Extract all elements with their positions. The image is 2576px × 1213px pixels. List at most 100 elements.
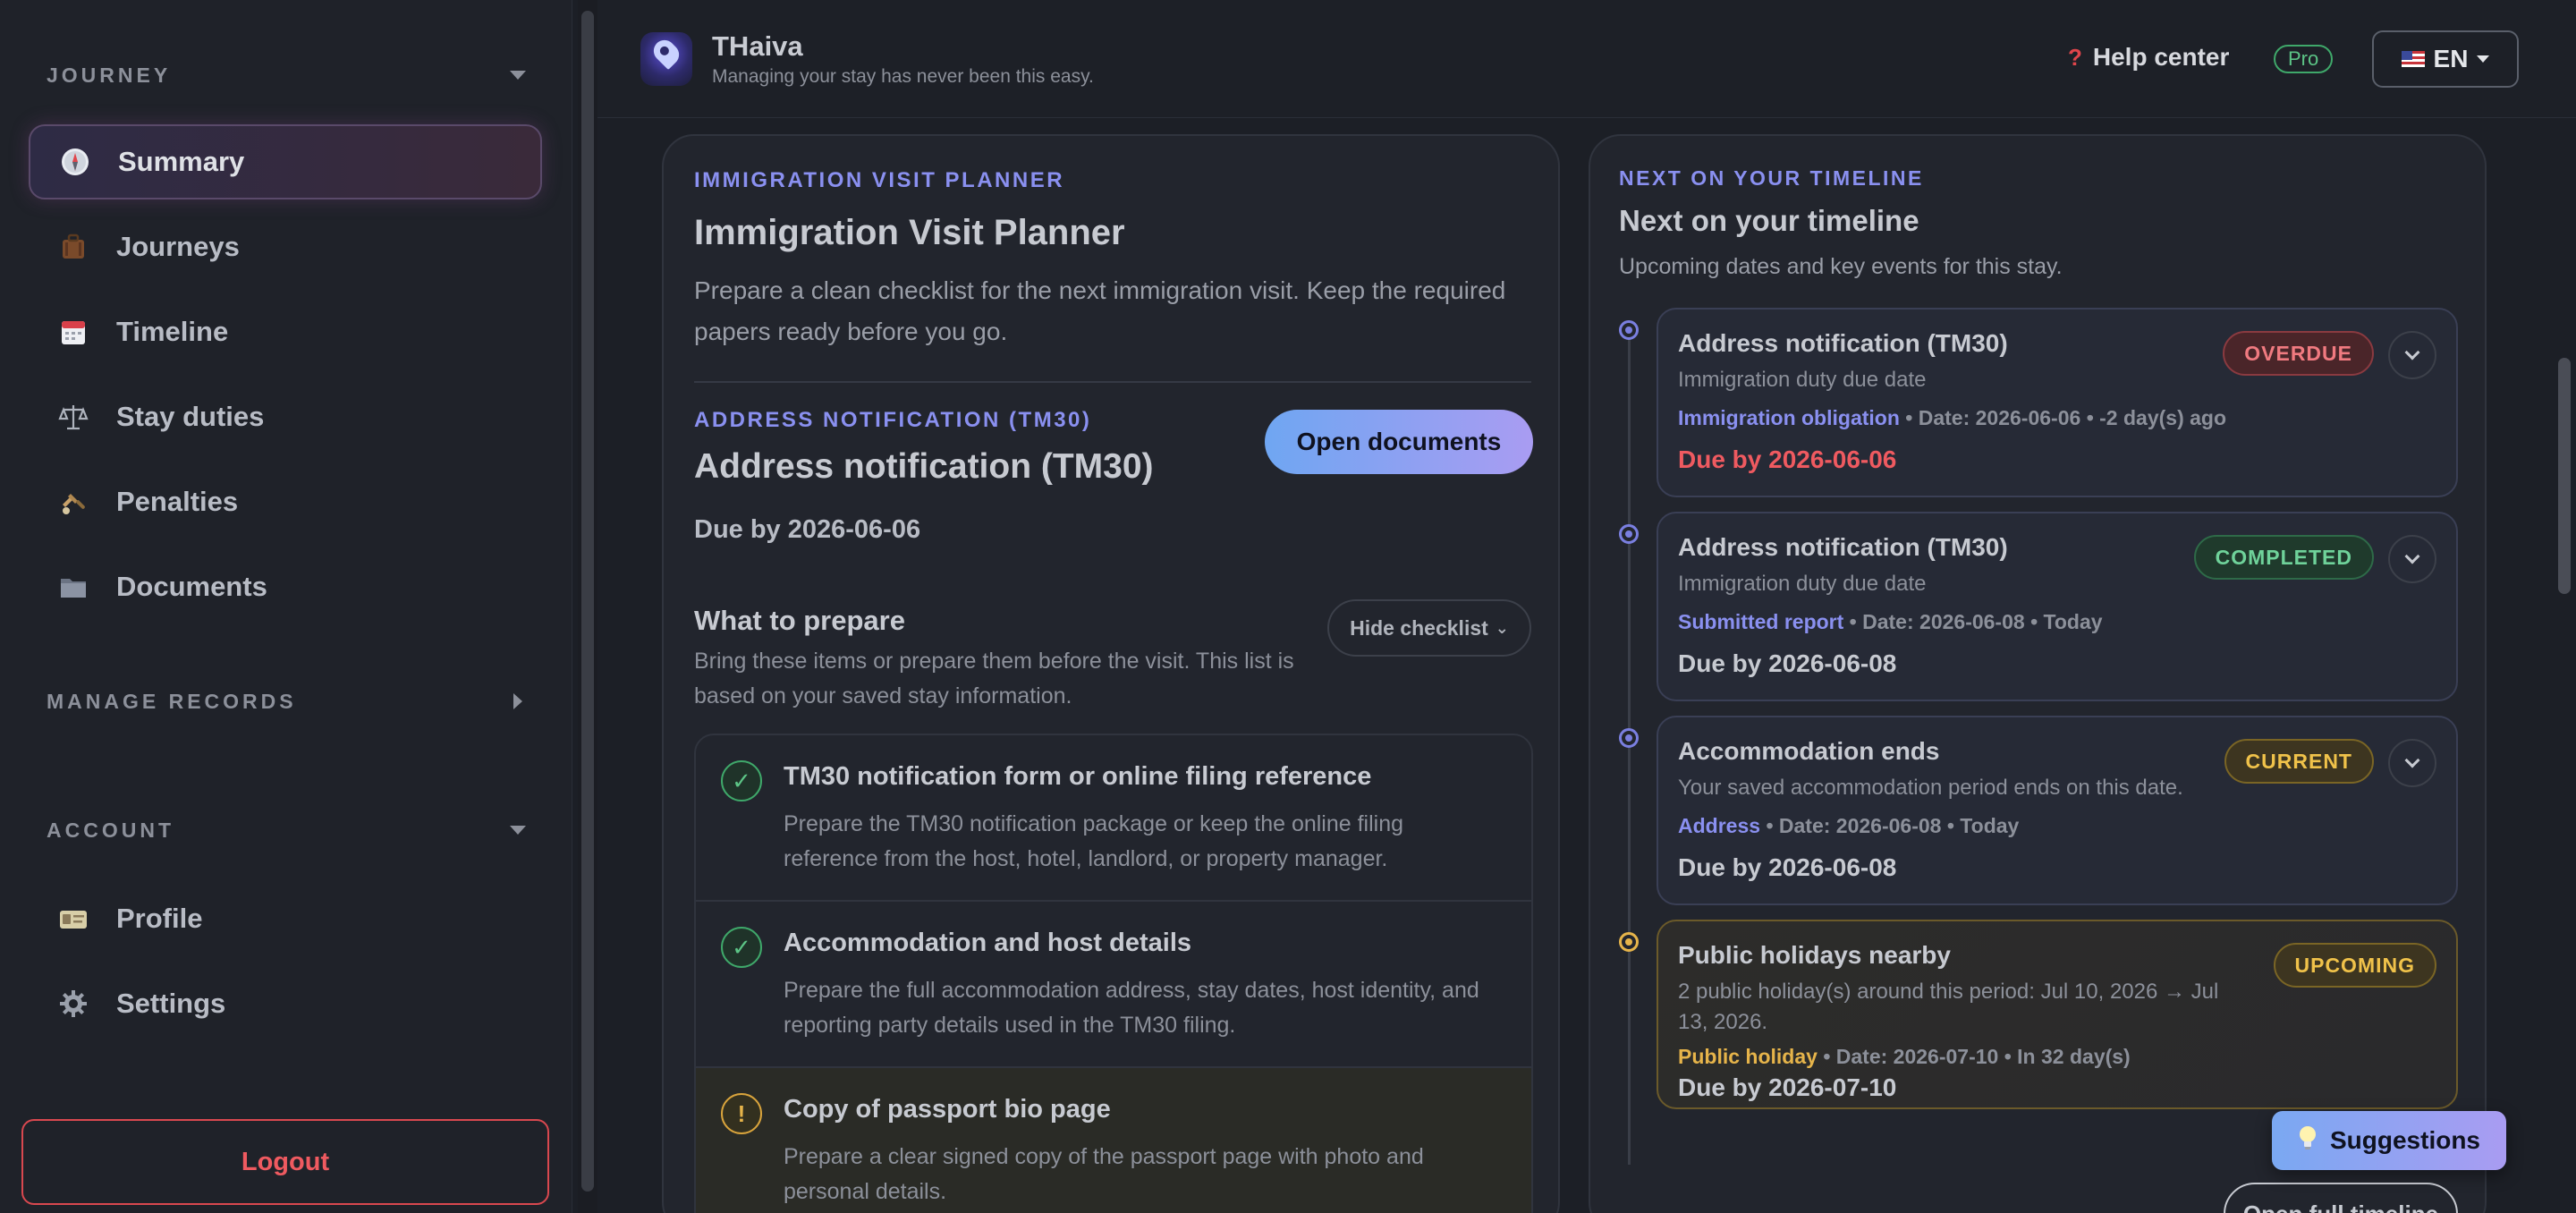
timeline-event[interactable]: Public holidays nearby 2 public holiday(…: [1657, 920, 2458, 1109]
sidebar-item-penalties[interactable]: Penalties: [29, 464, 542, 539]
hide-checklist-button[interactable]: Hide checklist ⌄: [1327, 599, 1531, 657]
sidebar-item-stay-duties[interactable]: Stay duties: [29, 379, 542, 454]
sidebar-item-label: Summary: [118, 146, 245, 177]
main-scrollbar[interactable]: [2549, 118, 2576, 1213]
folder-icon: [57, 571, 89, 603]
task-title: Address notification (TM30): [694, 447, 1154, 486]
event-due: Due by 2026-06-08: [1678, 649, 1897, 677]
plan-badge: Pro: [2274, 45, 2334, 73]
suggestions-button[interactable]: Suggestions: [2272, 1111, 2506, 1170]
separator: •: [2004, 1045, 2012, 1068]
event-date: Date: 2026-06-08: [1778, 814, 1942, 837]
suggestions-label: Suggestions: [2329, 1126, 2480, 1154]
checklist-item-title: Accommodation and host details: [784, 929, 1191, 957]
app-logo[interactable]: [640, 32, 692, 86]
chevron-down-icon: [2404, 344, 2420, 361]
event-date: Date: 2026-07-10: [1835, 1045, 1999, 1068]
chevron-down-icon: [510, 71, 526, 80]
separator: •: [2086, 406, 2094, 429]
event-subtitle: Immigration duty due date: [1678, 572, 1927, 596]
open-full-timeline-button[interactable]: Open full timeline: [2224, 1183, 2458, 1213]
sidebar-item-summary[interactable]: Summary: [29, 124, 542, 199]
event-due: Due by 2026-06-08: [1678, 853, 1897, 881]
question-icon: ?: [2068, 43, 2082, 71]
account-section-toggle[interactable]: ACCOUNT: [47, 812, 530, 848]
event-due: Due by 2026-07-10: [1678, 1073, 1897, 1101]
timeline-subtitle: Upcoming dates and key events for this s…: [1619, 254, 2063, 279]
luggage-icon: [57, 231, 89, 263]
sidebar-item-label: Penalties: [116, 486, 239, 517]
sidebar-item-label: Documents: [116, 571, 267, 602]
expand-button[interactable]: [2388, 535, 2436, 583]
gear-icon: [57, 988, 89, 1020]
logout-button[interactable]: Logout: [21, 1119, 549, 1205]
chevron-down-icon: [2404, 752, 2420, 768]
prepare-title: What to prepare: [694, 605, 905, 636]
sidebar-scroll-thumb[interactable]: [581, 11, 594, 1192]
timeline-rail: [1628, 333, 1631, 1165]
event-category: Immigration obligation: [1678, 406, 1900, 429]
timeline-card: NEXT ON YOUR TIMELINE Next on your timel…: [1589, 134, 2487, 1213]
event-relative: Today: [1960, 814, 2020, 837]
checklist-item[interactable]: ! Copy of passport bio page Prepare a cl…: [696, 1068, 1531, 1213]
checklist-item[interactable]: ✓ Accommodation and host details Prepare…: [696, 902, 1531, 1068]
checklist-item-desc: Prepare the TM30 notification package or…: [784, 811, 1404, 871]
divider: [694, 381, 1531, 383]
sidebar-item-documents[interactable]: Documents: [29, 549, 542, 624]
event-subtitle: 2 public holiday(s) around this period: …: [1678, 980, 2219, 1034]
compass-icon: [59, 146, 91, 178]
event-title: Public holidays nearby: [1678, 941, 1951, 969]
timeline-dot: [1619, 320, 1639, 340]
brand-tagline: Managing your stay has never been this e…: [712, 66, 1094, 87]
planner-eyebrow: IMMIGRATION VISIT PLANNER: [694, 168, 1065, 192]
checklist-item-title: TM30 notification form or online filing …: [784, 762, 1372, 791]
event-date: Date: 2026-06-08: [1862, 610, 2025, 633]
lightbulb-icon: [2298, 1125, 2318, 1157]
timeline-dot: [1619, 728, 1639, 748]
separator: •: [1823, 1045, 1831, 1068]
prepare-subtitle: Bring these items or prepare them before…: [694, 649, 1294, 708]
open-documents-button[interactable]: Open documents: [1265, 410, 1533, 474]
sidebar-item-settings[interactable]: Settings: [29, 966, 542, 1041]
timeline-event[interactable]: Accommodation ends Your saved accommodat…: [1657, 716, 2458, 905]
timeline-event[interactable]: Address notification (TM30) Immigration …: [1657, 512, 2458, 701]
scales-icon: [57, 401, 89, 433]
top-header: THaiva Managing your stay has never been…: [597, 0, 2576, 118]
main-scroll-thumb[interactable]: [2558, 358, 2571, 594]
journey-section-toggle[interactable]: JOURNEY: [47, 57, 530, 93]
event-due: Due by 2026-06-06: [1678, 445, 1897, 473]
event-title: Address notification (TM30): [1678, 329, 2008, 357]
event-relative: -2 day(s) ago: [2099, 406, 2227, 429]
help-center-link[interactable]: ? Help center: [2068, 43, 2229, 72]
event-relative: In 32 day(s): [2017, 1045, 2131, 1068]
event-relative: Today: [2043, 610, 2103, 633]
event-meta: Submitted report • Date: 2026-06-08 • To…: [1678, 610, 2103, 634]
task-due-date: Due by 2026-06-06: [694, 515, 921, 544]
sidebar-item-label: Settings: [116, 988, 226, 1019]
timeline-event[interactable]: Address notification (TM30) Immigration …: [1657, 308, 2458, 497]
expand-button[interactable]: [2388, 739, 2436, 787]
timeline-dot: [1619, 932, 1639, 952]
journey-heading: JOURNEY: [47, 63, 172, 87]
sidebar-item-journeys[interactable]: Journeys: [29, 209, 542, 284]
status-badge: OVERDUE: [2223, 331, 2374, 376]
checklist-item[interactable]: ✓ TM30 notification form or online filin…: [696, 735, 1531, 902]
sidebar-item-label: Profile: [116, 903, 203, 934]
chevron-down-icon: [2404, 548, 2420, 564]
manage-records-section-toggle[interactable]: MANAGE RECORDS: [47, 683, 530, 719]
sidebar-item-profile[interactable]: Profile: [29, 881, 542, 956]
sidebar-item-label: Timeline: [116, 316, 229, 347]
separator: •: [1849, 610, 1857, 633]
sidebar-scrollbar[interactable]: [578, 0, 597, 1213]
sidebar: JOURNEY Summary Journeys Timeline Stay d…: [0, 0, 572, 1213]
event-title: Accommodation ends: [1678, 737, 1940, 765]
status-badge: CURRENT: [2224, 739, 2374, 784]
penalty-icon: [57, 486, 89, 518]
event-date: Date: 2026-06-06: [1918, 406, 2081, 429]
language-selector[interactable]: EN: [2372, 30, 2519, 88]
planner-title: Immigration Visit Planner: [694, 213, 1125, 252]
sidebar-item-timeline[interactable]: Timeline: [29, 294, 542, 369]
event-subtitle: Your saved accommodation period ends on …: [1678, 776, 2183, 800]
chevron-right-icon: [513, 693, 522, 709]
expand-button[interactable]: [2388, 331, 2436, 379]
